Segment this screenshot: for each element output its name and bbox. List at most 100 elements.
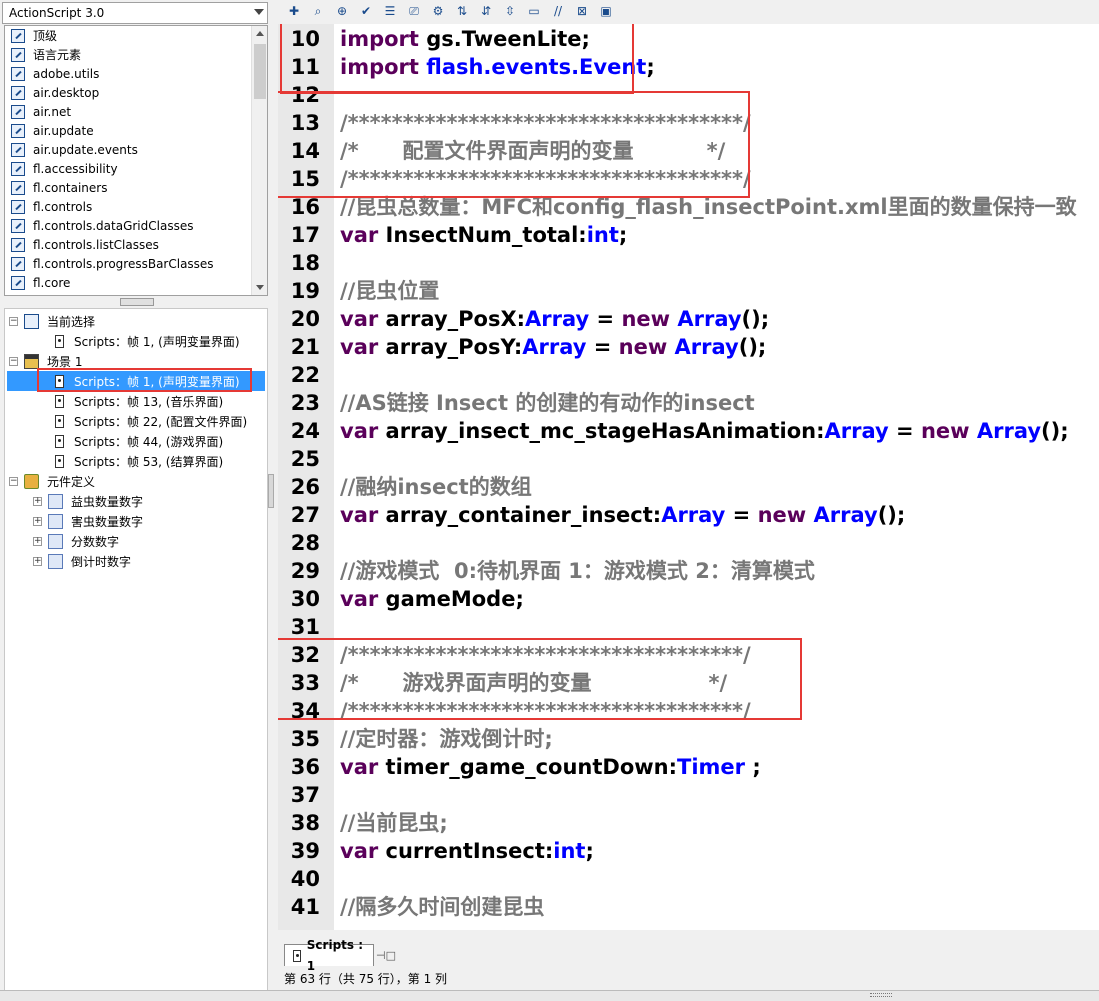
code-line[interactable]: 27 var array_container_insect:Array = new… [278, 501, 1099, 529]
library-item[interactable]: fl.accessibility [5, 159, 267, 178]
pin-script-icon[interactable]: ⊣□ [376, 949, 396, 962]
code-line[interactable]: 41 //隔多久时间创建昆虫 [278, 893, 1099, 921]
code-line[interactable]: 40 [278, 865, 1099, 893]
code-line[interactable]: 36 var timer_game_countDown:Timer ; [278, 753, 1099, 781]
code-line[interactable]: 23 //AS链接 Insect 的创建的有动作的insect [278, 389, 1099, 417]
add-script-icon[interactable]: ✚ [286, 3, 302, 19]
show-toolbox-icon[interactable]: ▣ [598, 3, 614, 19]
target-icon[interactable]: ⊕ [334, 3, 350, 19]
code-line[interactable]: 30 var gameMode; [278, 585, 1099, 613]
code-line[interactable]: 29 //游戏模式 0:待机界面 1：游戏模式 2：清算模式 [278, 557, 1099, 585]
code-token: new [757, 503, 814, 527]
collapse-toggle-icon[interactable]: − [9, 316, 18, 326]
code-text: var array_PosY:Array = new Array(); [340, 333, 766, 361]
tree-node-symbol[interactable]: + 害虫数量数字 [33, 511, 143, 531]
library-item-label: fl.controls.progressBarClasses [33, 256, 214, 271]
tree-node-scene-script[interactable]: Scripts：帧 22, (配置文件界面) [55, 411, 247, 431]
script-file-icon [55, 334, 64, 348]
code-line[interactable]: 28 [278, 529, 1099, 557]
code-editor[interactable]: 10 import gs.TweenLite; 11 import flash.eve… [278, 24, 1099, 930]
expand-icon[interactable]: ⇳ [502, 3, 518, 19]
library-item[interactable]: fl.controls.listClasses [5, 235, 267, 254]
library-item[interactable]: fl.controls.progressBarClasses [5, 254, 267, 273]
line-number: 21 [290, 335, 320, 359]
expand-toggle-icon[interactable]: + [33, 536, 42, 546]
remove-comment-icon[interactable]: ⊠ [574, 3, 590, 19]
scroll-up-icon[interactable] [256, 31, 264, 36]
tree-node-current-script[interactable]: Scripts：帧 1, (声明变量界面) [55, 331, 240, 351]
collapse-icon[interactable]: ⇅ [454, 3, 470, 19]
collapse-toggle-icon[interactable]: − [9, 356, 18, 366]
code-line[interactable]: 35 //定时器：游戏倒计时; [278, 725, 1099, 753]
tree-node-current-selection[interactable]: − 当前选择 [9, 311, 95, 331]
line-number: 17 [290, 223, 320, 247]
library-scrollbar[interactable] [251, 26, 267, 295]
find-icon[interactable]: ⌕ [310, 3, 326, 19]
library-item-label: air.update.events [33, 142, 138, 157]
collapse-selection-icon[interactable]: ⇵ [478, 3, 494, 19]
vertical-splitter-handle[interactable] [268, 474, 274, 508]
library-item[interactable]: fl.controls [5, 197, 267, 216]
code-line[interactable]: 22 [278, 361, 1099, 389]
code-token: Array [674, 335, 739, 359]
code-line[interactable]: 17 var InsectNum_total:int; [278, 221, 1099, 249]
library-item[interactable]: air.update.events [5, 140, 267, 159]
tab-scripts-1[interactable]: Scripts : 1 [284, 938, 374, 973]
panel-splitter-handle[interactable] [120, 298, 154, 306]
tree-label: Scripts：帧 13, (音乐界面) [74, 394, 224, 409]
library-item-label: fl.controls [33, 199, 93, 214]
code-line[interactable]: 24 var array_insect_mc_stageHasAnimation:… [278, 417, 1099, 445]
expand-toggle-icon[interactable]: + [33, 496, 42, 506]
scroll-down-icon[interactable] [256, 285, 264, 290]
library-item[interactable]: 语言元素 [5, 45, 267, 64]
code-line[interactable]: 21 var array_PosY:Array = new Array(); [278, 333, 1099, 361]
tree-node-symbol-definitions[interactable]: − 元件定义 [9, 471, 95, 491]
chevron-down-icon[interactable] [254, 9, 264, 15]
library-item[interactable]: air.update [5, 121, 267, 140]
block-comment-icon[interactable]: ▭ [526, 3, 542, 19]
code-line[interactable]: 19 //昆虫位置 [278, 277, 1099, 305]
library-item[interactable]: air.desktop [5, 83, 267, 102]
code-token: //AS链接 Insect 的创建的有动作的insect [340, 391, 755, 415]
library-item[interactable]: fl.controls.dataGridClasses [5, 216, 267, 235]
tree-node-symbol[interactable]: + 益虫数量数字 [33, 491, 143, 511]
package-book-icon [11, 85, 25, 100]
code-hint-icon[interactable]: ⎚ [406, 3, 422, 19]
library-item[interactable]: air.net [5, 102, 267, 121]
code-line[interactable]: 39 var currentInsect:int; [278, 837, 1099, 865]
auto-format-icon[interactable]: ☰ [382, 3, 398, 19]
expand-toggle-icon[interactable]: + [33, 556, 42, 566]
language-version-dropdown[interactable]: ActionScript 3.0 [2, 2, 268, 24]
scroll-thumb[interactable] [254, 44, 266, 99]
tree-node-symbol[interactable]: + 倒计时数字 [33, 551, 131, 571]
expand-toggle-icon[interactable]: + [33, 516, 42, 526]
code-token: new [621, 307, 678, 331]
code-token: Array [813, 503, 878, 527]
bottom-splitter-handle[interactable] [0, 990, 1099, 1001]
tree-node-scene-script[interactable]: Scripts：帧 13, (音乐界面) [55, 391, 223, 411]
collapse-toggle-icon[interactable]: − [9, 476, 18, 486]
code-line[interactable]: 38 //当前昆虫; [278, 809, 1099, 837]
code-line[interactable]: 26 //融纳insect的数组 [278, 473, 1099, 501]
line-number: 23 [290, 391, 320, 415]
code-line[interactable]: 37 [278, 781, 1099, 809]
code-token: ; [618, 223, 628, 247]
line-number: 25 [290, 447, 320, 471]
library-item[interactable]: adobe.utils [5, 64, 267, 83]
debug-icon[interactable]: ⚙ [430, 3, 446, 19]
tree-label: Scripts：帧 22, (配置文件界面) [74, 414, 248, 429]
code-line[interactable]: 18 [278, 249, 1099, 277]
tree-node-scene-script[interactable]: Scripts：帧 53, (结算界面) [55, 451, 223, 471]
code-line[interactable]: 25 [278, 445, 1099, 473]
code-line[interactable]: 20 var array_PosX:Array = new Array(); [278, 305, 1099, 333]
check-syntax-icon[interactable]: ✔ [358, 3, 374, 19]
library-item[interactable]: fl.containers [5, 178, 267, 197]
line-comment-icon[interactable]: // [550, 3, 566, 19]
actions-library-list[interactable]: 顶级 语言元素 adobe.utils air.desktop air.net air.u… [4, 25, 268, 296]
library-item[interactable]: fl.core [5, 273, 267, 292]
code-line[interactable]: 31 [278, 613, 1099, 641]
tree-node-scene-script[interactable]: Scripts：帧 44, (游戏界面) [55, 431, 223, 451]
tree-node-symbol[interactable]: + 分数数字 [33, 531, 119, 551]
package-book-icon [11, 161, 25, 176]
library-item[interactable]: 顶级 [5, 26, 267, 45]
